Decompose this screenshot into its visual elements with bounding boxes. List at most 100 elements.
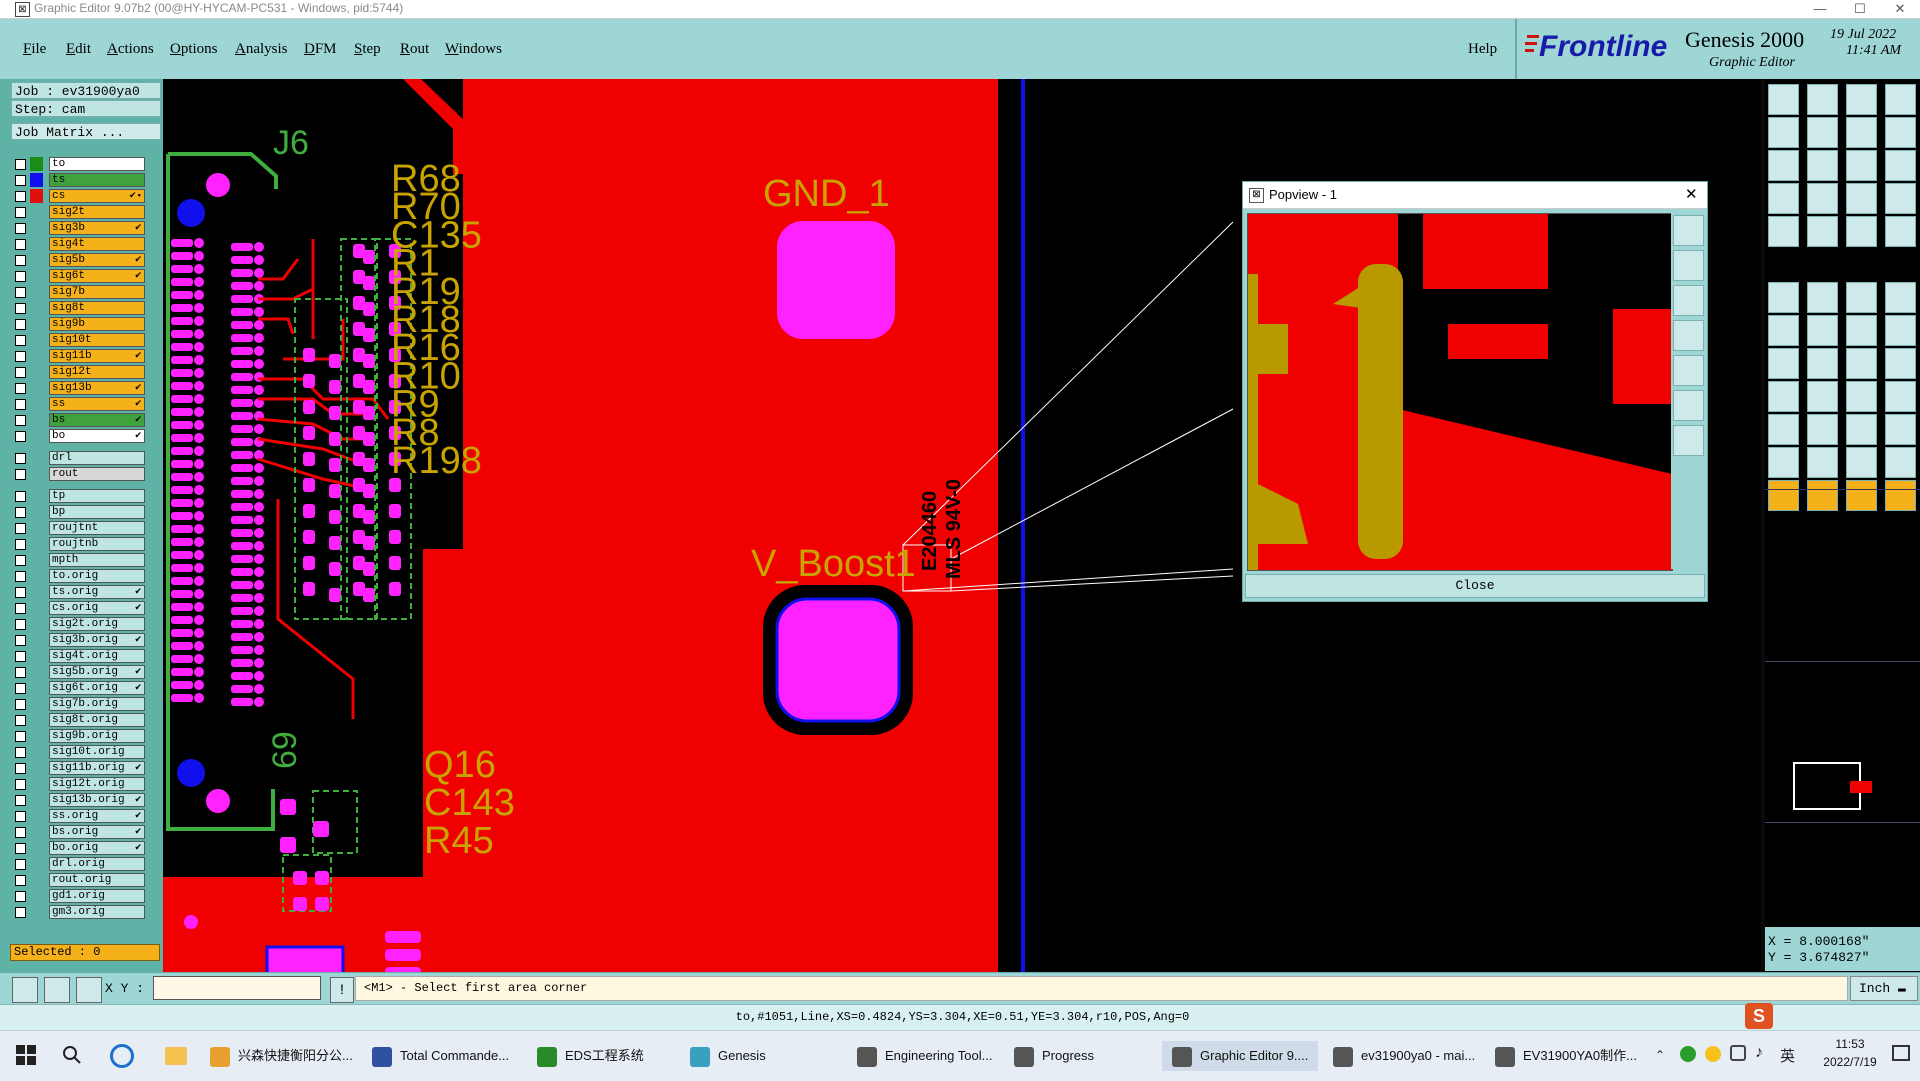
layer-row[interactable]: sig3b.orig ✔ (13, 633, 145, 648)
tool-button-icon[interactable] (1807, 117, 1838, 148)
menu-actions[interactable]: Actions (107, 41, 154, 58)
layer-checkbox[interactable] (15, 907, 26, 918)
layer-row[interactable]: sig4t.orig (13, 649, 145, 664)
layer-row[interactable]: bo ✔ (13, 429, 145, 444)
layer-name[interactable]: ss.orig ✔ (49, 809, 145, 823)
file-explorer-icon[interactable] (165, 1047, 187, 1065)
tool-button-icon[interactable] (1768, 84, 1799, 115)
layer-checkbox[interactable] (15, 239, 26, 250)
layer-checkbox[interactable] (15, 603, 26, 614)
tool-button-icon[interactable] (1846, 150, 1877, 181)
layer-name[interactable]: sig5b.orig ✔ (49, 665, 145, 679)
search-icon[interactable] (62, 1045, 82, 1065)
taskbar-item[interactable]: Graphic Editor 9.... (1162, 1041, 1319, 1071)
popview-zoom-area[interactable] (1247, 213, 1673, 571)
tray-chevron-icon[interactable]: ⌃ (1655, 1048, 1665, 1062)
layer-color-swatch[interactable] (30, 413, 43, 427)
tool-button-icon[interactable] (1885, 84, 1916, 115)
layer-checkbox[interactable] (15, 351, 26, 362)
layer-checkbox[interactable] (15, 539, 26, 550)
layer-name[interactable]: bs.orig ✔ (49, 825, 145, 839)
layer-color-swatch[interactable] (30, 301, 43, 315)
windows-start-icon[interactable] (16, 1045, 36, 1065)
layer-color-swatch[interactable] (30, 221, 43, 235)
layer-checkbox[interactable] (15, 319, 26, 330)
layer-name[interactable]: rout (49, 467, 145, 481)
tool-button-icon[interactable] (1885, 183, 1916, 214)
layer-row[interactable]: sig7b (13, 285, 145, 300)
taskbar-item[interactable]: Total Commande... (372, 1041, 509, 1071)
tool-button-icon[interactable] (1768, 117, 1799, 148)
layer-name[interactable]: sig11b.orig ✔ (49, 761, 145, 775)
layer-checkbox[interactable] (15, 811, 26, 822)
layer-color-swatch[interactable] (30, 269, 43, 283)
tool-button-icon[interactable] (1846, 480, 1877, 511)
layer-row[interactable]: sig12t (13, 365, 145, 380)
tool-button-icon[interactable] (1807, 348, 1838, 379)
tool-button-icon[interactable] (1846, 315, 1877, 346)
layer-name[interactable]: cs ✔▪ (49, 189, 145, 203)
tool-button-icon[interactable] (1885, 150, 1916, 181)
layer-checkbox[interactable] (15, 175, 26, 186)
layer-name[interactable]: sig12t.orig (49, 777, 145, 791)
tool-button-icon[interactable] (1846, 414, 1877, 445)
layer-row[interactable]: sig4t (13, 237, 145, 252)
tool-button-icon[interactable] (1768, 183, 1799, 214)
tool-button-icon[interactable] (1885, 414, 1916, 445)
layer-name[interactable]: sig6t.orig ✔ (49, 681, 145, 695)
layer-color-swatch[interactable] (30, 317, 43, 331)
layer-color-swatch[interactable] (30, 189, 43, 203)
tool-button-icon[interactable] (1768, 315, 1799, 346)
layer-checkbox[interactable] (15, 491, 26, 502)
layer-row[interactable]: sig13b.orig ✔ (13, 793, 145, 808)
layer-checkbox[interactable] (15, 875, 26, 886)
layer-checkbox[interactable] (15, 399, 26, 410)
tool-button-icon[interactable] (1807, 381, 1838, 412)
network-icon[interactable] (1730, 1045, 1746, 1061)
layer-row[interactable]: cs.orig ✔ (13, 601, 145, 616)
close-window-button[interactable]: ✕ (1880, 0, 1920, 18)
layer-checkbox[interactable] (15, 383, 26, 394)
menu-options[interactable]: Options (170, 41, 218, 58)
layer-row[interactable]: tp (13, 489, 145, 504)
layer-name[interactable]: drl (49, 451, 145, 465)
layer-row[interactable]: sig2t (13, 205, 145, 220)
layer-name[interactable]: bs ✔ (49, 413, 145, 427)
layer-name[interactable]: bo.orig ✔ (49, 841, 145, 855)
tool-button-icon[interactable] (1807, 414, 1838, 445)
layer-name[interactable]: ts.orig ✔ (49, 585, 145, 599)
layer-name[interactable]: gm3.orig (49, 905, 145, 919)
layer-name[interactable]: sig13b ✔ (49, 381, 145, 395)
minimize-button[interactable]: — (1800, 0, 1840, 18)
layer-row[interactable]: sig6t ✔ (13, 269, 145, 284)
popview-pan-left-icon[interactable] (1673, 320, 1704, 351)
tool-button-icon[interactable] (1885, 348, 1916, 379)
layer-row[interactable]: drl (13, 451, 145, 466)
popview-pan-right-icon[interactable] (1673, 355, 1704, 386)
tool-button-icon[interactable] (1846, 183, 1877, 214)
layer-name[interactable]: sig2t (49, 205, 145, 219)
layer-name[interactable]: mpth (49, 553, 145, 567)
layer-row[interactable]: roujtnb (13, 537, 145, 552)
layer-name[interactable]: cs.orig ✔ (49, 601, 145, 615)
layer-checkbox[interactable] (15, 453, 26, 464)
layer-name[interactable]: sig3b.orig ✔ (49, 633, 145, 647)
layer-name[interactable]: sig10t (49, 333, 145, 347)
layer-checkbox[interactable] (15, 651, 26, 662)
layer-row[interactable]: sig13b ✔ (13, 381, 145, 396)
tool-button-icon[interactable] (1768, 282, 1799, 313)
layer-name[interactable]: sig7b (49, 285, 145, 299)
taskbar-item[interactable]: EV31900YA0制作... (1495, 1041, 1637, 1071)
layer-row[interactable]: sig5b ✔ (13, 253, 145, 268)
menu-help[interactable]: Help (1468, 41, 1497, 58)
tool-button-icon[interactable] (1846, 447, 1877, 478)
layer-row[interactable]: ts (13, 173, 145, 188)
layer-name[interactable]: sig4t.orig (49, 649, 145, 663)
tool-button-icon[interactable] (1807, 183, 1838, 214)
tool-button-icon[interactable] (1807, 150, 1838, 181)
layer-row[interactable]: sig11b.orig ✔ (13, 761, 145, 776)
layer-checkbox[interactable] (15, 415, 26, 426)
layer-row[interactable]: sig3b ✔ (13, 221, 145, 236)
layer-checkbox[interactable] (15, 469, 26, 480)
layer-row[interactable]: sig10t.orig (13, 745, 145, 760)
